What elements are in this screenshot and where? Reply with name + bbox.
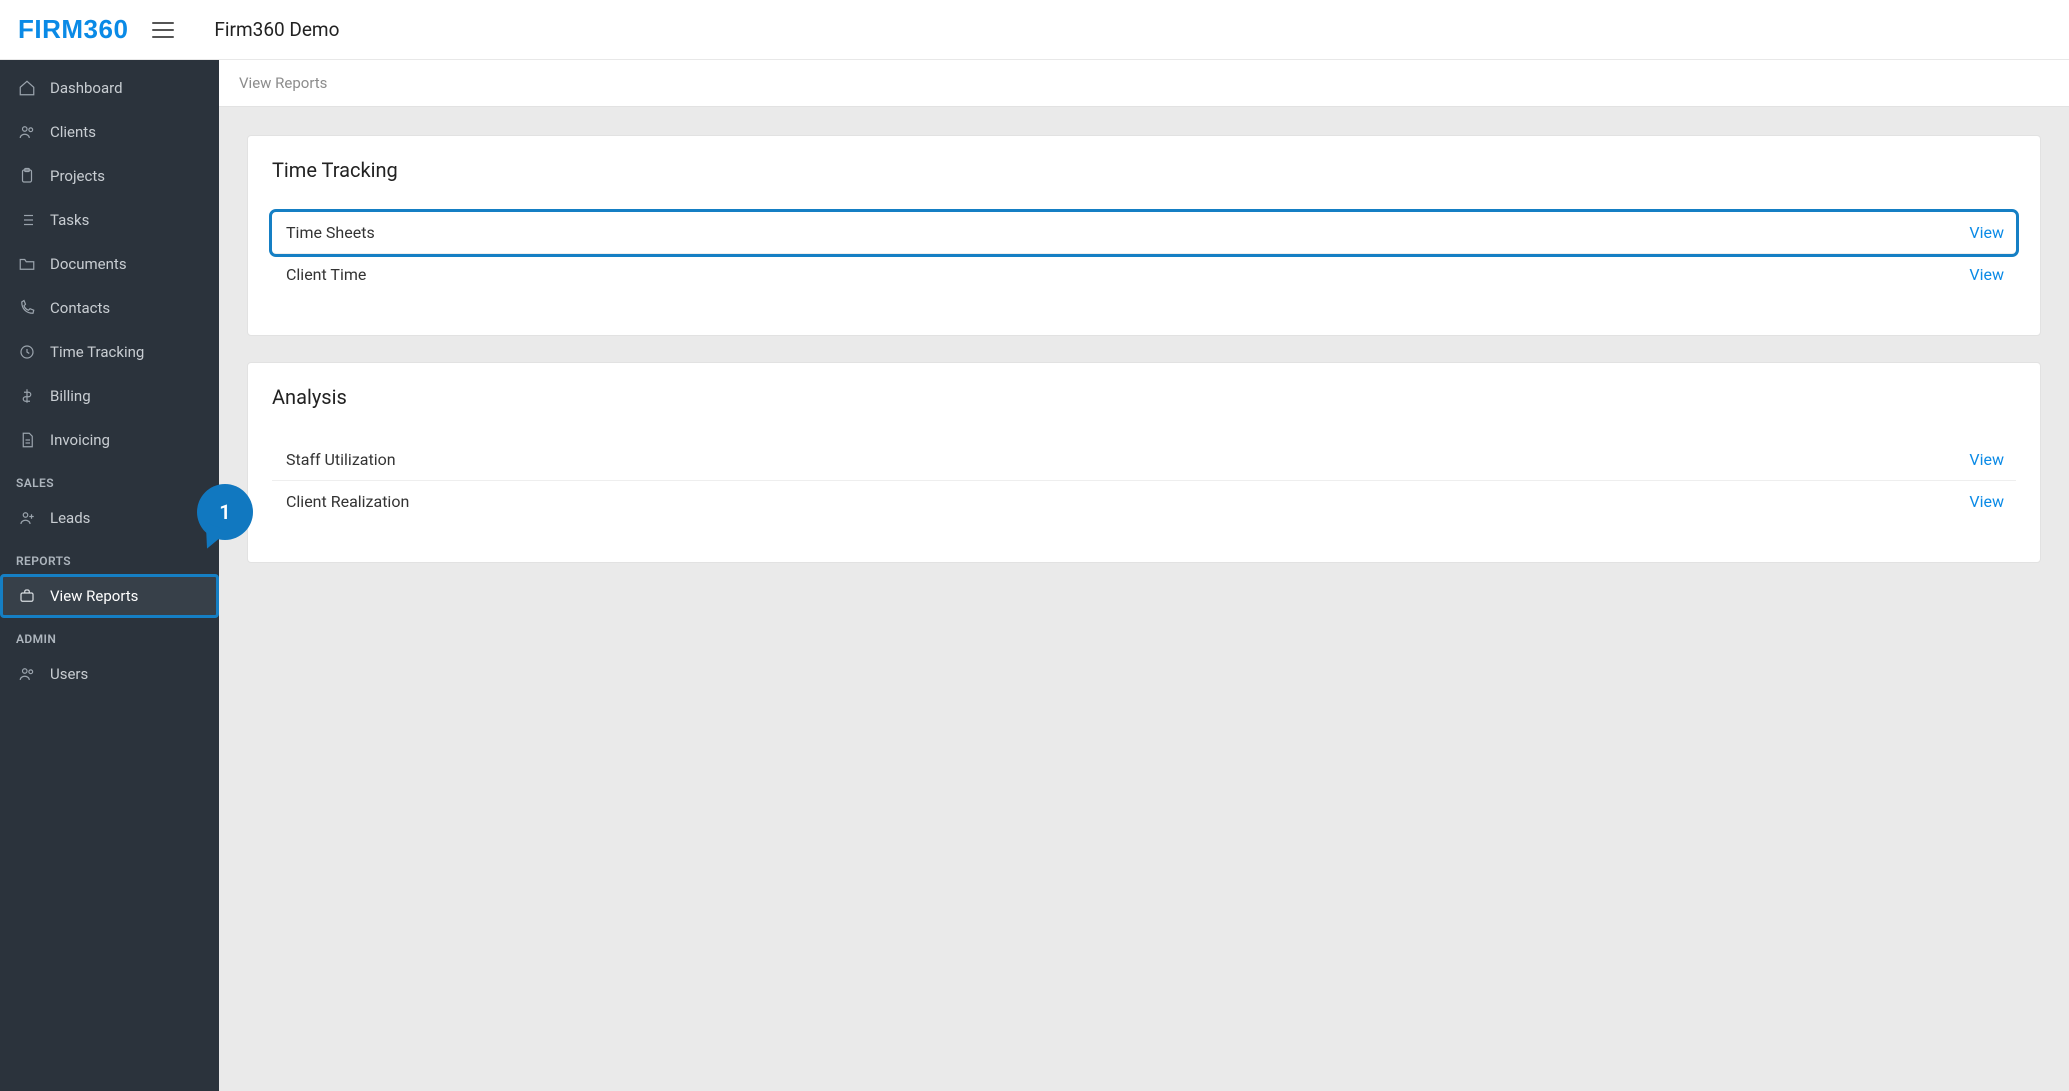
report-row-client-realization[interactable]: Client Realization View [272, 481, 2016, 522]
sidebar: Dashboard Clients Projects Tasks Documen [0, 60, 219, 1091]
sidebar-item-label: Invoicing [50, 431, 110, 449]
sidebar-section-admin: ADMIN [0, 618, 219, 652]
list-icon [18, 211, 36, 229]
sidebar-item-label: Billing [50, 387, 91, 405]
report-row-label: Staff Utilization [286, 450, 396, 469]
sidebar-item-tasks[interactable]: Tasks [0, 198, 219, 242]
sidebar-item-label: Projects [50, 167, 105, 185]
sidebar-section-sales: SALES [0, 462, 219, 496]
sidebar-item-time-tracking[interactable]: Time Tracking [0, 330, 219, 374]
view-link[interactable]: View [1969, 450, 2004, 469]
card-title: Time Tracking [272, 158, 2016, 182]
users-icon [18, 123, 36, 141]
sidebar-item-dashboard[interactable]: Dashboard [0, 66, 219, 110]
sidebar-item-documents[interactable]: Documents [0, 242, 219, 286]
sidebar-item-clients[interactable]: Clients [0, 110, 219, 154]
sidebar-item-contacts[interactable]: Contacts [0, 286, 219, 330]
report-row-staff-utilization[interactable]: Staff Utilization View [272, 439, 2016, 481]
card-time-tracking: Time Tracking Time Sheets View Client Ti… [247, 135, 2041, 336]
logo[interactable]: FIRM360 [18, 14, 128, 45]
clock-icon [18, 343, 36, 361]
report-row-client-time[interactable]: Client Time View [272, 254, 2016, 295]
view-link[interactable]: View [1969, 492, 2004, 511]
phone-icon [18, 299, 36, 317]
sidebar-item-view-reports[interactable]: View Reports [0, 574, 219, 618]
sidebar-item-label: Dashboard [50, 79, 123, 97]
folder-icon [18, 255, 36, 273]
report-row-label: Time Sheets [286, 223, 375, 242]
sidebar-item-label: Documents [50, 255, 127, 273]
sidebar-item-label: Users [50, 665, 88, 683]
users-icon [18, 665, 36, 683]
page-title: Firm360 Demo [214, 18, 339, 41]
sidebar-item-label: View Reports [50, 587, 138, 605]
view-link[interactable]: View [1969, 223, 2004, 242]
callout-bubble: 1 [197, 484, 253, 540]
report-row-label: Client Time [286, 265, 366, 284]
sidebar-item-label: Time Tracking [50, 343, 144, 361]
view-link[interactable]: View [1969, 265, 2004, 284]
home-icon [18, 79, 36, 97]
sidebar-section-reports: REPORTS [0, 540, 219, 574]
main-content: View Reports Time Tracking Time Sheets V… [219, 60, 2069, 1091]
user-plus-icon [18, 509, 36, 527]
sidebar-item-projects[interactable]: Projects [0, 154, 219, 198]
sidebar-item-label: Leads [50, 509, 90, 527]
document-icon [18, 431, 36, 449]
sidebar-item-users[interactable]: Users [0, 652, 219, 696]
clipboard-icon [18, 167, 36, 185]
sidebar-item-invoicing[interactable]: Invoicing [0, 418, 219, 462]
report-row-label: Client Realization [286, 492, 409, 511]
menu-toggle-icon[interactable] [152, 19, 174, 41]
breadcrumb: View Reports [219, 60, 2069, 107]
sidebar-item-label: Tasks [50, 211, 89, 229]
sidebar-item-label: Clients [50, 123, 96, 141]
card-title: Analysis [272, 385, 2016, 409]
card-analysis: Analysis Staff Utilization View Client R… [247, 362, 2041, 563]
sidebar-item-billing[interactable]: Billing [0, 374, 219, 418]
topbar: FIRM360 Firm360 Demo [0, 0, 2069, 60]
sidebar-item-label: Contacts [50, 299, 110, 317]
briefcase-icon [18, 587, 36, 605]
dollar-icon [18, 387, 36, 405]
report-row-time-sheets[interactable]: Time Sheets View [272, 212, 2016, 254]
sidebar-item-leads[interactable]: Leads [0, 496, 219, 540]
